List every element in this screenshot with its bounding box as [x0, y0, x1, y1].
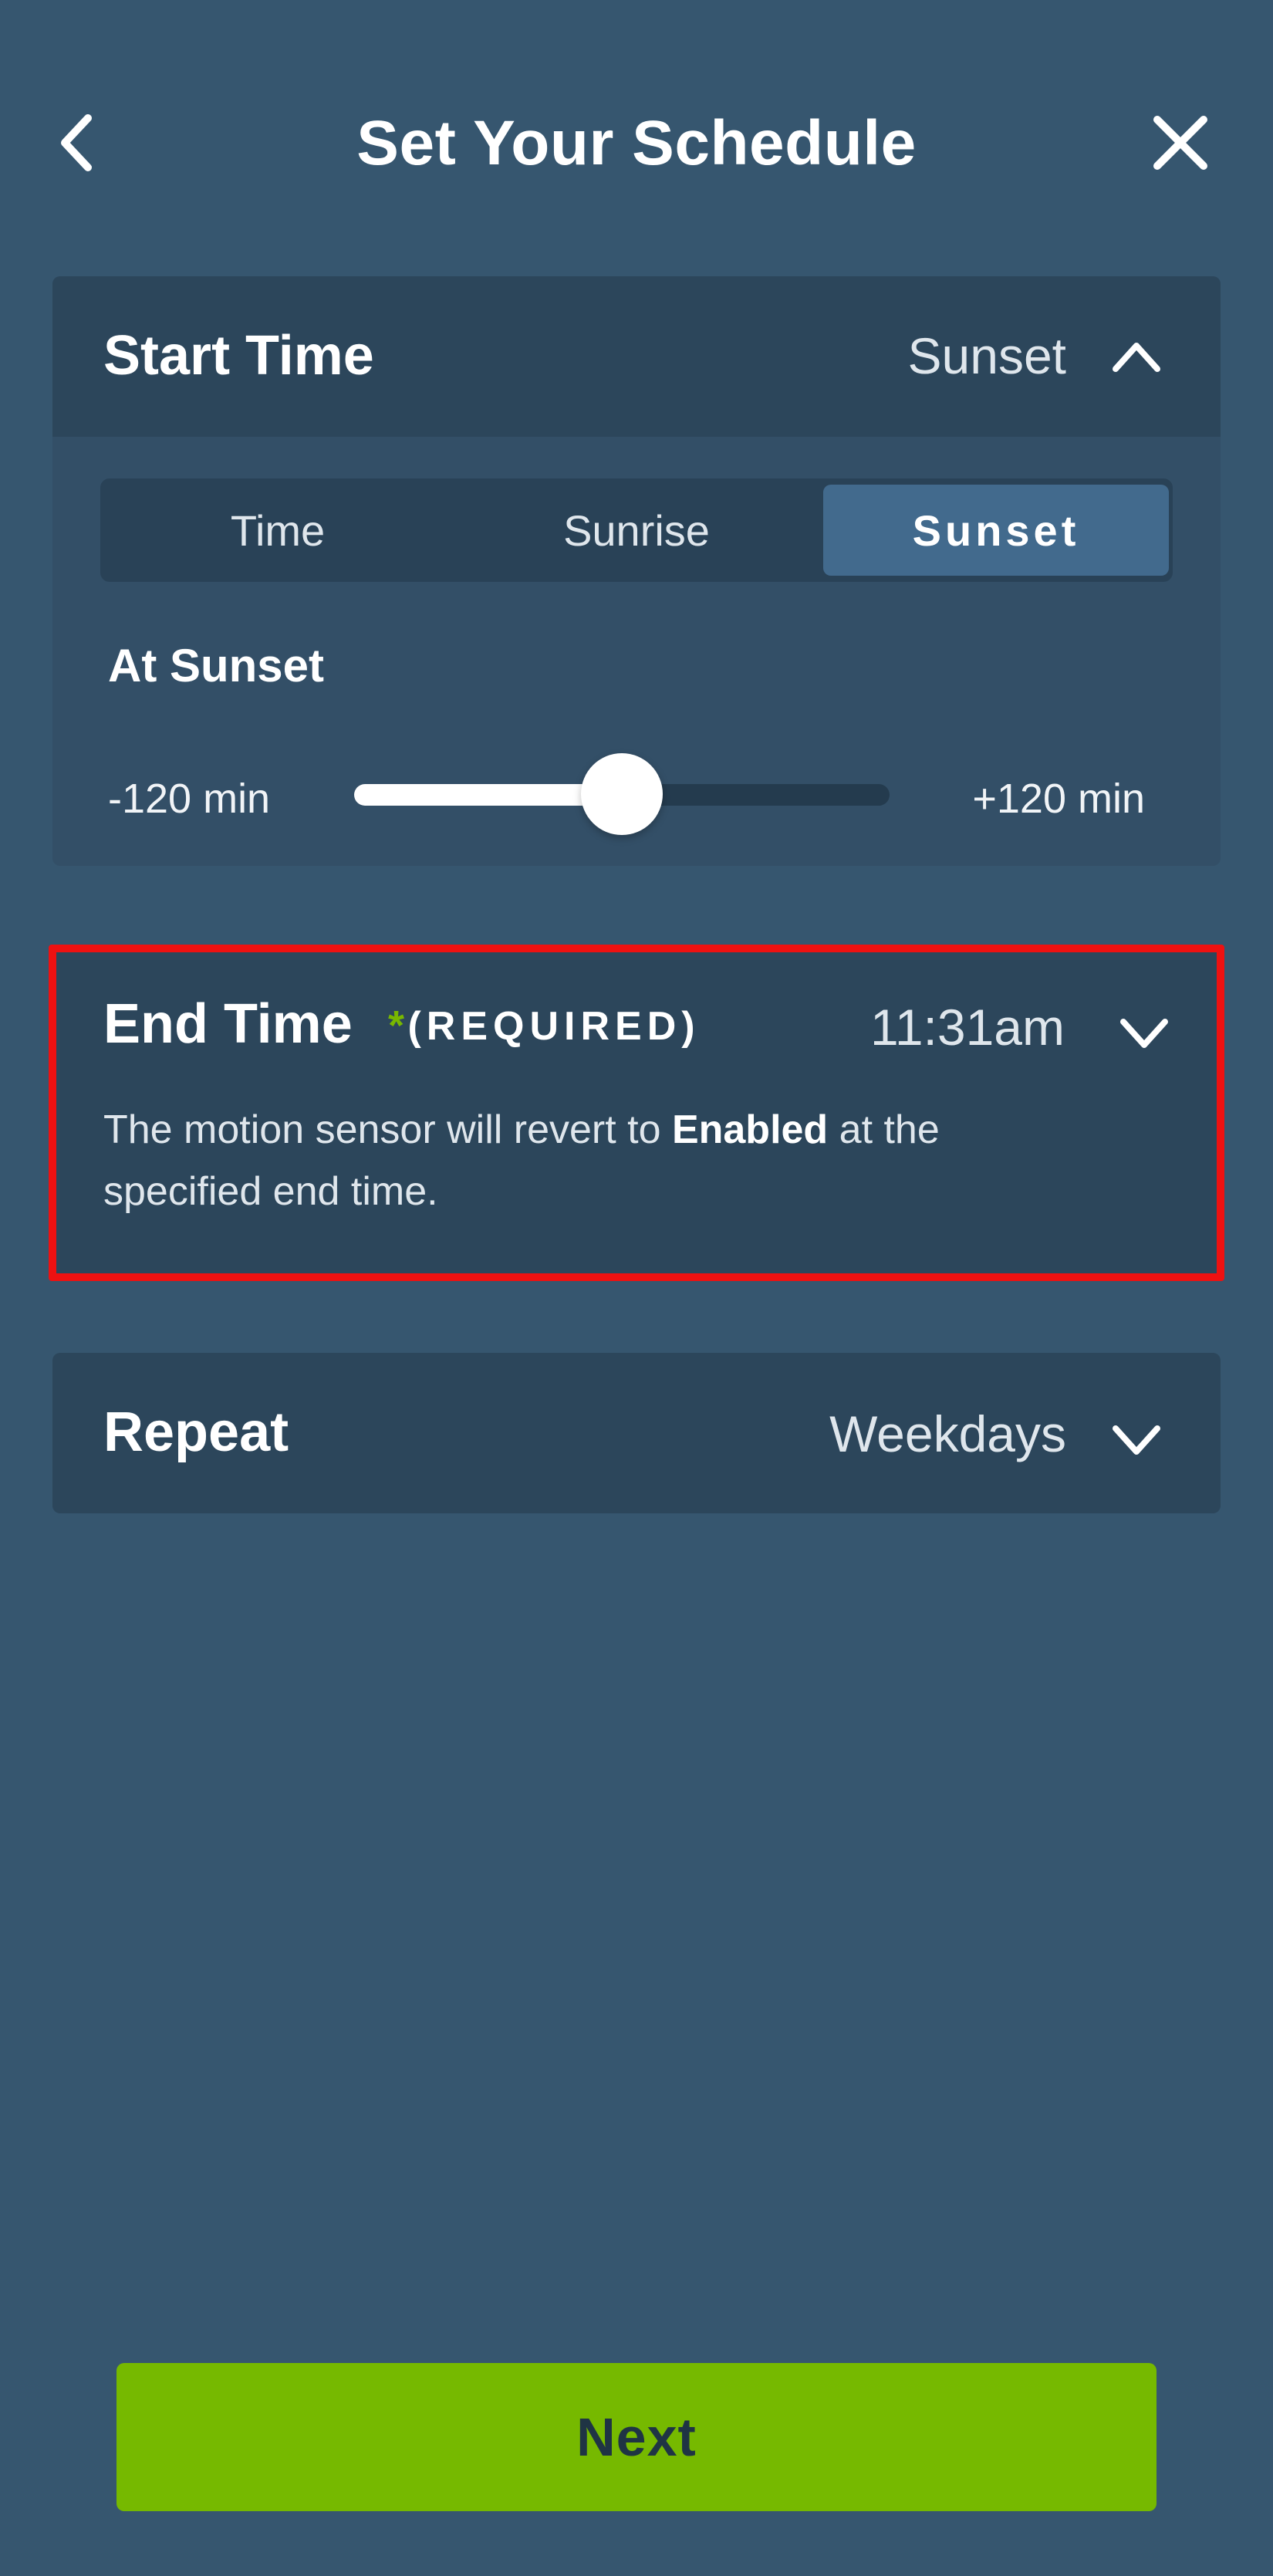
- required-indicator: * (REQUIRED): [388, 991, 701, 1071]
- required-label: (REQUIRED): [407, 1004, 701, 1049]
- repeat-card[interactable]: Repeat Weekdays: [52, 1353, 1221, 1513]
- end-time-card[interactable]: End Time * (REQUIRED) 11:31am The motion…: [49, 945, 1224, 1281]
- offset-slider-thumb[interactable]: [581, 753, 663, 835]
- desc-text-bold: Enabled: [671, 1107, 829, 1152]
- slider-min-label: -120 min: [108, 776, 271, 822]
- start-time-title: Start Time: [103, 325, 374, 387]
- close-icon: [1153, 116, 1207, 170]
- end-time-title: End Time: [103, 993, 353, 1055]
- chevron-down-icon: [1113, 1425, 1160, 1455]
- end-time-value: 11:31am: [870, 999, 1065, 1056]
- close-button[interactable]: [1150, 100, 1211, 185]
- tab-sunset[interactable]: Sunset: [823, 485, 1169, 576]
- required-star: *: [388, 1002, 405, 1049]
- tab-sunrise[interactable]: Sunrise: [459, 478, 814, 582]
- slider-max-label: +120 min: [972, 776, 1145, 822]
- start-type-segmented-control: Time Sunrise Sunset: [100, 478, 1173, 582]
- next-button[interactable]: Next: [116, 2363, 1157, 2511]
- chevron-down-icon: [1120, 1019, 1168, 1048]
- tab-time[interactable]: Time: [100, 478, 455, 582]
- desc-text-before: The motion sensor will revert to: [103, 1107, 672, 1152]
- start-time-header[interactable]: Start Time Sunset: [52, 276, 1221, 437]
- start-time-card: Start Time Sunset Time Sunrise Sunset At…: [52, 276, 1221, 866]
- start-time-value: Sunset: [907, 327, 1066, 384]
- offset-label: At Sunset: [108, 640, 325, 691]
- chevron-up-icon: [1113, 343, 1160, 372]
- repeat-value: Weekdays: [829, 1405, 1066, 1462]
- page-title: Set Your Schedule: [356, 108, 917, 178]
- end-time-description: The motion sensor will revert to Enabled…: [103, 1099, 1106, 1222]
- repeat-title: Repeat: [103, 1401, 289, 1463]
